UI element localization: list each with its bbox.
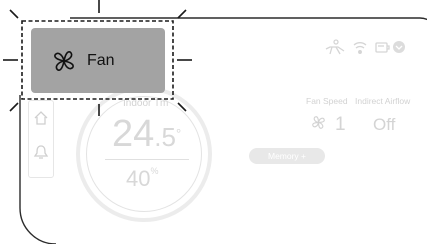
fan-popup-label: Fan bbox=[87, 51, 115, 69]
fan-icon bbox=[51, 48, 77, 74]
fan-popup-button[interactable]: Fan bbox=[31, 28, 165, 93]
